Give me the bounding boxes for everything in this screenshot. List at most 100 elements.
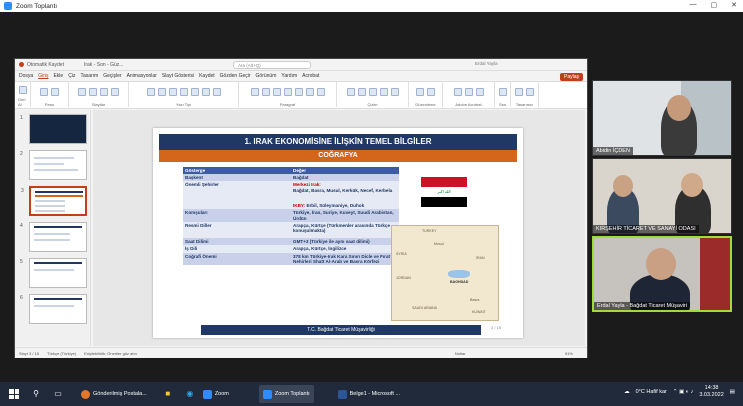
ribbon-command-icon[interactable] [427, 88, 435, 96]
menu-item[interactable]: Tasarım [80, 73, 98, 79]
taskbar-app-zoom-meeting[interactable]: Zoom Toplantı [258, 385, 314, 403]
language-indicator[interactable]: Türkçe (Türkiye) [47, 351, 76, 356]
taskbar-app-zoom[interactable]: Zoom [199, 385, 233, 403]
ribbon-command-icon[interactable] [212, 88, 221, 96]
ribbon-command-icon[interactable] [294, 88, 303, 96]
ribbon-command-icon[interactable] [346, 88, 355, 96]
windows-start-icon[interactable] [9, 389, 19, 399]
ribbon-command-icon[interactable] [272, 88, 281, 96]
menu-item[interactable]: Kaydet [199, 73, 215, 79]
ribbon-command-icon[interactable] [201, 88, 210, 96]
menu-item[interactable]: Slayt Gösterisi [162, 73, 194, 79]
ribbon-command-icon[interactable] [190, 88, 199, 96]
ribbon-command-icon[interactable] [168, 88, 177, 96]
ribbon-command-icon[interactable] [51, 88, 59, 96]
slide-thumbnail-selected[interactable]: 3 [21, 186, 87, 216]
ribbon-command-icon[interactable] [526, 88, 534, 96]
ribbon-command-icon[interactable] [157, 88, 166, 96]
slide-editor[interactable]: 1. IRAK EKONOMİSİNE İLİŞKİN TEMEL BİLGİL… [93, 110, 585, 346]
file-explorer-icon[interactable]: ■ [163, 389, 173, 399]
ribbon-command-icon[interactable] [78, 88, 86, 96]
menu-item[interactable]: Çiz [68, 73, 75, 79]
menu-item[interactable]: Animasyonlar [127, 73, 157, 79]
ribbon-command-icon[interactable] [146, 88, 155, 96]
close-button[interactable]: ✕ [731, 1, 737, 9]
participant-video-active-speaker[interactable]: Erdal Yayla - Bağdat Ticaret Müşaviri [592, 236, 732, 312]
window-title: Zoom Toplantı [16, 2, 58, 10]
taskbar-app-chrome[interactable]: Gönderilmiş Postala... [77, 385, 151, 403]
thumbnail-number: 4 [20, 223, 23, 229]
menu-item[interactable]: Gözden Geçir [220, 73, 251, 79]
ribbon-command-icon[interactable] [89, 88, 97, 96]
search-icon[interactable]: ⚲ [31, 389, 41, 399]
shared-screen-powerpoint[interactable]: Otomatik Kaydet Irak - Son - Güz... Ara … [14, 58, 588, 358]
notification-icon[interactable]: ▤ [730, 389, 735, 395]
ppt-filename: Irak - Son - Güz... [83, 61, 124, 68]
slide-thumbnail[interactable]: 4 [20, 222, 87, 252]
menu-item[interactable]: Geçişler [103, 73, 121, 79]
thumbnail-number: 3 [21, 188, 24, 194]
menu-item[interactable]: Yardım [281, 73, 297, 79]
iraq-map: TURKEY SYRIA IRAN Mosul BAGHDAD JORDAN B… [391, 225, 499, 321]
flag-inscription: الله اكبر [421, 187, 467, 197]
taskbar-app-word[interactable]: Belge1 - Microsoft ... [334, 385, 404, 403]
maximize-button[interactable]: ▢ [711, 1, 718, 9]
ribbon-command-icon[interactable] [179, 88, 188, 96]
slide-thumbnail[interactable]: 5 [20, 258, 87, 288]
zoom-level[interactable]: 51% [565, 351, 573, 356]
autosave-label[interactable]: Otomatik Kaydet [27, 62, 64, 68]
ribbon-group-label: Geri Al [18, 97, 26, 107]
table-cell: Resmi Diller [183, 221, 291, 239]
participant-video[interactable]: KIRŞEHİR TİCARET VE SANAYİ ODASI [592, 158, 732, 234]
accessibility-status[interactable]: Erişilebilirlik: Öneriler göz atın [84, 351, 137, 356]
menu-item[interactable]: Acrobat [302, 73, 319, 79]
ribbon-group: Çizim [337, 82, 409, 107]
ribbon-command-icon[interactable] [390, 88, 399, 96]
ribbon-command-icon[interactable] [515, 88, 523, 96]
clock[interactable]: 14:38 3.03.2022 [699, 385, 723, 399]
table-cell: 378 km Türkiye-Irak Kara Sınırı Dicle ve… [291, 252, 399, 266]
minimize-button[interactable]: — [690, 1, 697, 9]
ribbon-command-icon[interactable] [368, 88, 377, 96]
map-label: KUWAIT [472, 310, 486, 314]
tray-icons[interactable]: ⌃ ▣ ◐ ♪ [673, 389, 693, 395]
notes-button[interactable]: Notlar [455, 351, 466, 356]
task-view-icon[interactable]: ▭ [53, 389, 63, 399]
ribbon-command-icon[interactable] [111, 88, 119, 96]
ribbon-command-icon[interactable] [283, 88, 292, 96]
ribbon-command-icon[interactable] [464, 88, 473, 96]
ribbon-command-icon[interactable] [316, 88, 325, 96]
ribbon-command-icon[interactable] [40, 88, 48, 96]
slide-thumbnail[interactable]: 1 [20, 114, 87, 144]
ribbon-command-icon[interactable] [305, 88, 314, 96]
ribbon-command-icon[interactable] [357, 88, 366, 96]
ribbon-command-icon[interactable] [100, 88, 108, 96]
weather-text[interactable]: 0°C Hafif kar [636, 389, 667, 395]
ribbon-command-icon[interactable] [250, 88, 259, 96]
search-input[interactable]: Ara (Alt+Q) [233, 61, 311, 69]
slide-count: Slayt 3 / 15 [19, 350, 40, 356]
menu-item[interactable]: Dosya [19, 73, 33, 79]
clock-date: 3.03.2022 [699, 392, 724, 398]
thumbnail-number: 1 [20, 115, 23, 121]
weather-icon[interactable]: ☁ [624, 389, 630, 395]
participant-video[interactable]: Abidin İÇDEN [592, 80, 732, 156]
header-cell: Değer [291, 167, 399, 175]
ribbon-command-icon[interactable] [416, 88, 424, 96]
ribbon-command-icon[interactable] [475, 88, 484, 96]
table-row: Resmi Diller Arapça, Kürtçe (Türkmenler … [183, 221, 399, 239]
menu-item[interactable]: Giriş [38, 73, 48, 79]
slide-thumbnail[interactable]: 2 [20, 150, 87, 180]
menu-item[interactable]: Ekle [53, 73, 63, 79]
slide-thumbnail[interactable]: 6 [20, 294, 87, 324]
ribbon-command-icon[interactable] [18, 85, 27, 94]
ribbon-command-icon[interactable] [498, 88, 507, 96]
ribbon-command-icon[interactable] [261, 88, 270, 96]
ribbon-group: Adobe Acrobat [443, 82, 495, 107]
share-button[interactable]: Paylaş [559, 73, 583, 81]
menu-item[interactable]: Görünüm [256, 73, 277, 79]
ribbon-command-icon[interactable] [379, 88, 388, 96]
ribbon-command-icon[interactable] [453, 88, 462, 96]
slide-page-number: 3 / 15 [491, 325, 502, 330]
edge-icon[interactable]: ◉ [185, 389, 195, 399]
